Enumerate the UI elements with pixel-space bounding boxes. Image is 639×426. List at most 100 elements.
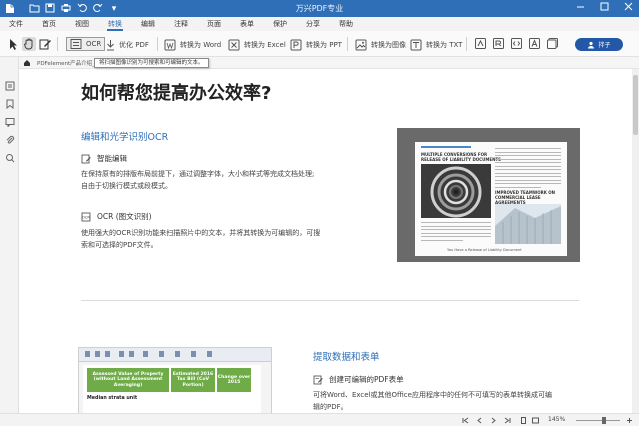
sample-document: Assessed Value of Property (without Land… [83, 365, 261, 413]
magazine-text-column [495, 148, 561, 190]
convert-to-excel-label: 转换为 Excel [244, 40, 286, 49]
smart-edit-description: 在保持原有的排版布局前提下，通过调整字体，大小和样式等完成文档处理; 自由于切换… [81, 168, 314, 192]
ocr-scan-icon [70, 39, 82, 49]
menu-page[interactable]: 页面 [206, 17, 222, 31]
ocr-line-1: 使用强大的OCR识别功能来扫描照片中的文本，并将其转换为可编辑的，可搜 [81, 229, 321, 237]
convert-to-txt-button[interactable]: 转换为 TXT [410, 38, 462, 51]
select-tool-button[interactable] [6, 37, 20, 51]
convert-toolbar: OCR 优化 PDF 转换为 Word 转换为 Excel 转换为 PPT 转换… [0, 31, 639, 57]
fit-width-icon[interactable] [532, 417, 539, 424]
pdfa-file-icon [529, 38, 540, 49]
smart-edit-heading: 智能编辑 [81, 153, 127, 164]
menu-help[interactable]: 帮助 [338, 17, 354, 31]
menu-form[interactable]: 表单 [239, 17, 255, 31]
zoom-slider-track[interactable] [576, 420, 620, 421]
building-photo [495, 204, 561, 244]
html-file-icon [511, 38, 522, 49]
section-title-extract: 提取数据和表单 [313, 352, 380, 363]
zoom-slider-thumb[interactable] [602, 417, 606, 424]
table-row-label: Median strata unit [87, 396, 138, 401]
attachment-icon[interactable] [5, 135, 15, 145]
edit-tool-button[interactable] [38, 37, 52, 51]
image-file-icon [355, 39, 367, 50]
create-form-label: 创建可编辑的PDF表单 [329, 375, 404, 384]
menu-view[interactable]: 视图 [74, 17, 90, 31]
search-icon[interactable] [5, 153, 15, 163]
ppt-file-icon [290, 39, 302, 50]
svg-text:OCR: OCR [82, 215, 90, 219]
single-page-view-icon[interactable] [520, 417, 527, 424]
zoom-level[interactable]: 145% [548, 416, 565, 423]
menu-edit[interactable]: 编辑 [140, 17, 156, 31]
smart-edit-line-1: 在保持原有的排版布局前提下，通过调整字体，大小和样式等完成文档处理; [81, 170, 315, 178]
ocr-heading: OCR OCR (图文识别) [81, 211, 152, 222]
share-button[interactable]: 拌子 [575, 38, 623, 51]
table-header-assessed-value: Assessed Value of Property (without Land… [87, 368, 169, 392]
convert-to-txt-label: 转换为 TXT [426, 40, 463, 49]
first-page-icon[interactable] [462, 417, 469, 424]
zoom-in-icon[interactable] [626, 417, 633, 424]
maximize-button[interactable] [597, 2, 611, 14]
convert-to-word-label: 转换为 Word [180, 40, 222, 49]
optimize-pdf-button[interactable]: 优化 PDF [106, 38, 149, 51]
window-controls [563, 2, 635, 14]
convert-to-word-button[interactable]: 转换为 Word [164, 38, 221, 51]
menu-share[interactable]: 分享 [305, 17, 321, 31]
home-icon[interactable] [23, 59, 31, 67]
magazine-text-lower [421, 222, 491, 243]
magazine-caption: You Have a Release of Liability Document [447, 248, 522, 252]
close-button[interactable] [621, 2, 635, 14]
window-title: 万兴PDF专业 [295, 4, 344, 13]
share-label: 拌子 [598, 42, 611, 49]
left-sidebar [0, 57, 19, 426]
magazine-headline-line-2: RELEASE OF LIABILITY DOCUMENTS [421, 157, 502, 162]
highlight-bar [421, 146, 471, 148]
convert-to-ppt-label: 转换为 PPT [306, 40, 342, 49]
thumbnails-icon[interactable] [5, 81, 15, 91]
minimize-button[interactable] [573, 2, 587, 14]
convert-to-excel-button[interactable]: 转换为 Excel [228, 38, 286, 51]
convert-to-epub-button[interactable] [474, 37, 488, 51]
rtf-file-icon [493, 38, 504, 49]
menu-file[interactable]: 文件 [8, 17, 24, 31]
hand-tool-button[interactable] [22, 37, 36, 51]
convert-to-image-button[interactable]: 转换为图像 [355, 38, 406, 51]
table-header-tax-bill: Estimated 2016 Tax Bill (CoV Portion) [171, 368, 215, 392]
convert-to-rtf-button[interactable] [492, 37, 506, 51]
batch-convert-button[interactable] [546, 37, 560, 51]
comment-icon[interactable] [5, 117, 15, 127]
last-page-icon[interactable] [504, 417, 511, 424]
menu-comment[interactable]: 注释 [173, 17, 189, 31]
create-form-heading: 创建可编辑的PDF表单 [313, 374, 404, 385]
ocr-button[interactable]: OCR [66, 37, 106, 51]
toolbar-separator [157, 37, 158, 51]
ocr-heading-label: OCR (图文识别) [97, 212, 152, 221]
epub-file-icon [475, 38, 486, 49]
convert-to-pdfa-button[interactable] [528, 37, 542, 51]
ocr-tooltip: 将扫描图像识别为可搜索和可编辑的文本。 [94, 58, 209, 68]
edit-icon [39, 39, 51, 50]
title-bar: ▾ 万兴PDF专业 [0, 0, 639, 17]
convert-to-html-button[interactable] [510, 37, 524, 51]
ocr-document-icon: OCR [81, 212, 91, 221]
section-divider [81, 300, 579, 301]
optimize-icon [107, 39, 114, 50]
next-page-icon[interactable] [490, 417, 497, 424]
menu-protect[interactable]: 保护 [272, 17, 288, 31]
menu-convert[interactable]: 转换 [107, 17, 123, 31]
edit-document-icon [81, 154, 91, 163]
user-icon [588, 41, 595, 48]
ocr-label: OCR [86, 40, 102, 48]
document-page: 如何帮您提高办公效率? 编辑和光学识别OCR 智能编辑 在保持原有的排版布局前提… [20, 69, 639, 413]
cursor-icon [10, 39, 17, 50]
ocr-description: 使用强大的OCR识别功能来扫描照片中的文本，并将其转换为可编辑的，可搜 索和可选… [81, 227, 320, 251]
scrollbar-thumb[interactable] [633, 75, 638, 135]
section-title-edit-ocr: 编辑和光学识别OCR [81, 132, 169, 143]
prev-page-icon[interactable] [476, 417, 483, 424]
menu-home[interactable]: 首页 [41, 17, 57, 31]
toolbar-separator [347, 37, 348, 51]
document-tab[interactable]: PDFelement产品介绍_o [37, 59, 98, 67]
page-title: 如何帮您提高办公效率? [81, 83, 272, 104]
convert-to-ppt-button[interactable]: 转换为 PPT [290, 38, 342, 51]
bookmark-icon[interactable] [5, 99, 15, 109]
